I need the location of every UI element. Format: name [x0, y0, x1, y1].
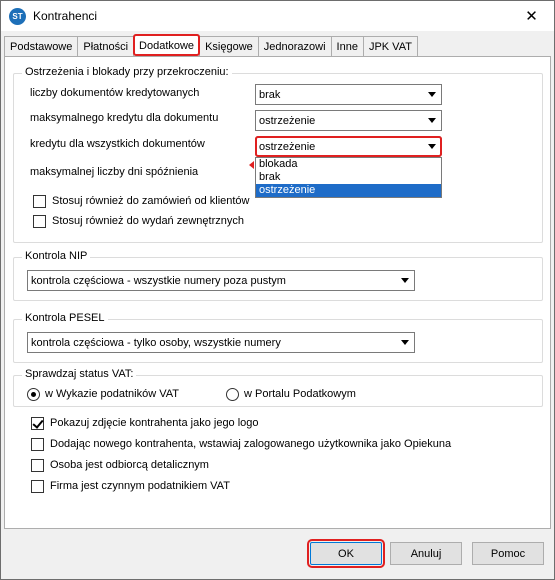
title-bar: ST Kontrahenci ✕ [1, 1, 554, 31]
dropdown-option-brak[interactable]: brak [256, 171, 441, 184]
tab-jednorazowi[interactable]: Jednorazowi [257, 36, 332, 56]
chevron-down-icon [401, 278, 409, 283]
cancel-button[interactable]: Anuluj [390, 542, 462, 565]
chevron-down-icon [428, 144, 436, 149]
apply-issues-checkbox[interactable] [33, 215, 46, 228]
dropdown-option-ostrzezenie[interactable]: ostrzeżenie [256, 184, 441, 197]
chevron-down-icon [428, 118, 436, 123]
app-icon: ST [9, 8, 26, 25]
tab-dodatkowe[interactable]: Dodatkowe [133, 34, 201, 56]
tab-ksiegowe[interactable]: Księgowe [199, 36, 259, 56]
credit-docs-count-label: liczby dokumentów kredytowanych [30, 87, 200, 99]
tab-content-panel: Ostrzeżenia i blokady przy przekroczeniu… [4, 56, 551, 529]
retail-checkbox[interactable] [31, 459, 44, 472]
vat-payer-checkbox[interactable] [31, 480, 44, 493]
credit-all-docs-label: kredytu dla wszystkich dokumentów [30, 138, 205, 150]
show-photo-label: Pokazuj zdjęcie kontrahenta jako jego lo… [50, 417, 259, 429]
pesel-control-value: kontrola częściowa - tylko osoby, wszyst… [31, 336, 281, 349]
vat-portal-radio[interactable] [226, 388, 239, 401]
vat-wykaz-radio[interactable] [27, 388, 40, 401]
credit-docs-count-select[interactable]: brak [255, 84, 442, 105]
vat-status-group-title: Sprawdzaj status VAT: [22, 368, 137, 380]
credit-all-docs-value: ostrzeżenie [259, 140, 316, 153]
chevron-down-icon [401, 340, 409, 345]
credit-docs-count-value: brak [259, 88, 281, 101]
ok-button[interactable]: OK [307, 539, 385, 568]
dialog-window: ST Kontrahenci ✕ Podstawowe Płatności Do… [0, 0, 555, 580]
max-credit-doc-select[interactable]: ostrzeżenie [255, 110, 442, 131]
credit-all-docs-dropdown: blokada brak ostrzeżenie [255, 157, 442, 198]
nip-control-select[interactable]: kontrola częściowa - wszystkie numery po… [27, 270, 415, 291]
nip-group: Kontrola NIP kontrola częściowa - wszyst… [13, 250, 543, 301]
max-credit-doc-label: maksymalnego kredytu dla dokumentu [30, 112, 219, 124]
apply-orders-checkbox[interactable] [33, 195, 46, 208]
warnings-group: Ostrzeżenia i blokady przy przekroczeniu… [13, 66, 543, 243]
pesel-group: Kontrola PESEL kontrola częściowa - tylk… [13, 312, 543, 363]
tab-platnosci[interactable]: Płatności [77, 36, 135, 56]
tab-inne[interactable]: Inne [330, 36, 364, 56]
pointer-marker [249, 161, 254, 169]
pesel-control-select[interactable]: kontrola częściowa - tylko osoby, wszyst… [27, 332, 415, 353]
tab-podstawowe[interactable]: Podstawowe [4, 36, 79, 56]
close-button[interactable]: ✕ [509, 1, 554, 31]
vat-portal-label: w Portalu Podatkowym [244, 388, 356, 400]
warnings-group-title: Ostrzeżenia i blokady przy przekroczeniu… [22, 66, 232, 78]
retail-label: Osoba jest odbiorcą detalicznym [50, 459, 209, 471]
tab-bar: Podstawowe Płatności Dodatkowe Księgowe … [4, 34, 418, 56]
chevron-down-icon [428, 92, 436, 97]
show-photo-checkbox[interactable] [31, 417, 44, 430]
pesel-group-title: Kontrola PESEL [22, 312, 108, 324]
tab-jpk-vat[interactable]: JPK VAT [362, 36, 418, 56]
window-title: Kontrahenci [33, 9, 98, 23]
apply-orders-label: Stosuj również do zamówień od klientów [52, 195, 250, 207]
add-guardian-label: Dodając nowego kontrahenta, wstawiaj zal… [50, 438, 452, 450]
dropdown-option-blokada[interactable]: blokada [256, 158, 441, 171]
nip-group-title: Kontrola NIP [22, 250, 91, 262]
add-guardian-checkbox[interactable] [31, 438, 44, 451]
max-late-days-label: maksymalnej liczby dni spóźnienia [30, 166, 199, 178]
nip-control-value: kontrola częściowa - wszystkie numery po… [31, 274, 286, 287]
vat-wykaz-label: w Wykazie podatników VAT [45, 388, 179, 400]
max-credit-doc-value: ostrzeżenie [259, 114, 316, 127]
vat-status-group: Sprawdzaj status VAT: w Wykazie podatnik… [13, 368, 543, 407]
credit-all-docs-select[interactable]: ostrzeżenie [255, 136, 442, 157]
vat-payer-label: Firma jest czynnym podatnikiem VAT [50, 480, 230, 492]
help-button[interactable]: Pomoc [472, 542, 544, 565]
apply-issues-label: Stosuj również do wydań zewnętrznych [52, 215, 244, 227]
